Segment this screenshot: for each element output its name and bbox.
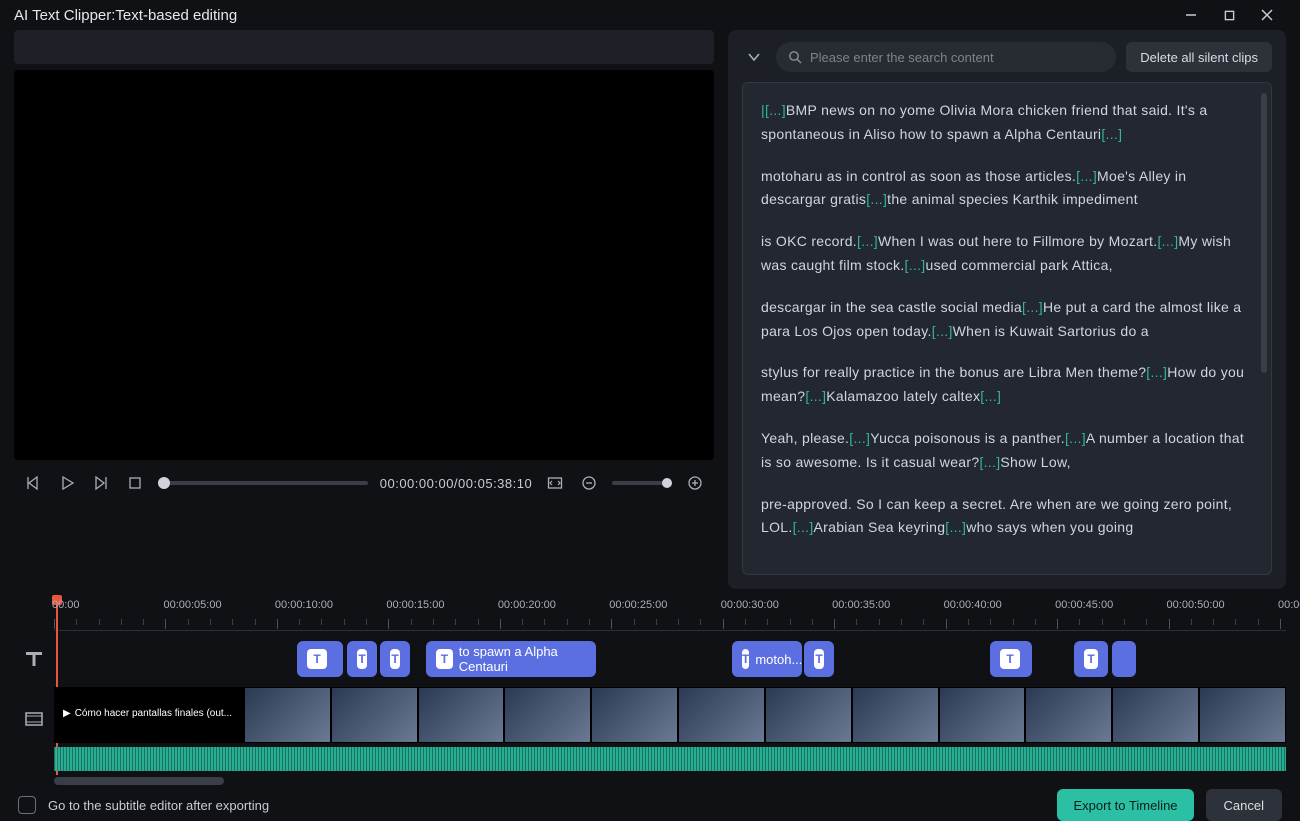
minimize-button[interactable] (1172, 0, 1210, 30)
playback-scrubber[interactable] (158, 481, 368, 485)
search-icon (788, 50, 802, 64)
ruler-label: 00:00 (52, 599, 80, 611)
transcript-paragraph[interactable]: pre-approved. So I can keep a secret. Ar… (761, 493, 1253, 541)
goto-subtitle-editor-label: Go to the subtitle editor after exportin… (48, 798, 269, 813)
step-back-button[interactable] (22, 471, 44, 495)
goto-subtitle-editor-checkbox[interactable] (18, 796, 36, 814)
zoom-slider[interactable] (612, 481, 672, 485)
text-track-icon[interactable] (24, 649, 44, 669)
ruler-label: 00:00:45:00 (1055, 599, 1113, 611)
delete-silent-button[interactable]: Delete all silent clips (1126, 42, 1272, 72)
transcript-paragraph[interactable]: is OKC record.[...]When I was out here t… (761, 230, 1253, 278)
ruler-label: 00:00:20:00 (498, 599, 556, 611)
text-clip[interactable]: T (990, 641, 1032, 677)
text-icon: T (1000, 649, 1020, 669)
maximize-button[interactable] (1210, 0, 1248, 30)
close-button[interactable] (1248, 0, 1286, 30)
text-clip[interactable] (1112, 641, 1136, 677)
stop-button[interactable] (124, 471, 146, 495)
ruler-label: 00:00:10:00 (275, 599, 333, 611)
ruler-label: 00:00:15:00 (386, 599, 444, 611)
text-icon: T (436, 649, 453, 669)
video-thumbnail[interactable] (852, 687, 939, 743)
transcript-paragraph[interactable]: Yeah, please.[...]Yucca poisonous is a p… (761, 427, 1253, 475)
timecode-display: 00:00:00:00/00:05:38:10 (380, 476, 532, 491)
video-preview[interactable] (14, 70, 714, 460)
video-thumbnail[interactable] (678, 687, 765, 743)
text-icon: T (1084, 649, 1098, 669)
zoom-in-button[interactable] (684, 471, 706, 495)
video-thumbnail[interactable] (939, 687, 1026, 743)
search-box[interactable] (776, 42, 1116, 72)
collapse-button[interactable] (742, 50, 766, 64)
text-clip[interactable]: T (804, 641, 834, 677)
cancel-button[interactable]: Cancel (1206, 789, 1282, 821)
ruler-label: 00:00:30:00 (721, 599, 779, 611)
play-icon: ▶ (63, 708, 71, 719)
video-thumbnail[interactable] (244, 687, 331, 743)
fit-screen-button[interactable] (544, 471, 566, 495)
transcript-paragraph[interactable]: descargar in the sea castle social media… (761, 296, 1253, 344)
export-button[interactable]: Export to Timeline (1057, 789, 1193, 821)
player-controls: 00:00:00:00/00:05:38:10 (14, 460, 714, 506)
ruler-label: 00:00:50:00 (1167, 599, 1225, 611)
video-track-icon[interactable] (24, 709, 44, 729)
text-clip-label: to spawn a Alpha Centauri (459, 644, 586, 674)
video-thumbnail[interactable] (418, 687, 505, 743)
audio-track[interactable] (54, 747, 1286, 771)
text-clip[interactable]: T (380, 641, 410, 677)
footer: Go to the subtitle editor after exportin… (0, 789, 1300, 821)
preview-toolbar (14, 30, 714, 64)
ruler-label: 00:00:55:0 (1278, 599, 1300, 611)
video-thumbnail[interactable] (1025, 687, 1112, 743)
text-icon: T (357, 649, 367, 669)
transcript-panel: Delete all silent clips |[...]BMP news o… (728, 30, 1286, 589)
ruler-label: 00:00:40:00 (944, 599, 1002, 611)
ruler-label: 00:00:25:00 (609, 599, 667, 611)
text-clip[interactable]: T (1074, 641, 1108, 677)
video-thumbnail[interactable] (504, 687, 591, 743)
time-ruler[interactable]: 00:00 00:00:05:00 00:00:10:00 00:00:15:00 00… (54, 597, 1286, 631)
transcript-scrollbar[interactable] (1261, 93, 1267, 373)
video-thumbnail[interactable] (1112, 687, 1199, 743)
titlebar: AI Text Clipper:Text-based editing (0, 0, 1300, 30)
video-track[interactable]: ▶ Cómo hacer pantallas finales (out... (54, 687, 1286, 743)
text-icon: T (742, 649, 749, 669)
window-title: AI Text Clipper:Text-based editing (14, 7, 1172, 24)
play-button[interactable] (56, 471, 78, 495)
video-thumbnail[interactable] (591, 687, 678, 743)
text-icon: T (307, 649, 327, 669)
text-clip-label: motoh... (755, 652, 802, 667)
video-clip[interactable]: ▶ Cómo hacer pantallas finales (out... (54, 687, 244, 743)
timeline: 00:00 00:00:05:00 00:00:10:00 00:00:15:00 00… (0, 597, 1300, 789)
text-clip[interactable]: T (297, 641, 343, 677)
text-icon: T (814, 649, 824, 669)
text-clip[interactable]: Tmotoh... (732, 641, 802, 677)
zoom-out-button[interactable] (578, 471, 600, 495)
video-thumbnail[interactable] (1199, 687, 1286, 743)
transcript-paragraph[interactable]: stylus for really practice in the bonus … (761, 361, 1253, 409)
search-input[interactable] (810, 50, 1104, 65)
text-clip[interactable]: Tto spawn a Alpha Centauri (426, 641, 596, 677)
video-thumbnail[interactable] (765, 687, 852, 743)
text-icon: T (390, 649, 400, 669)
transcript-paragraph[interactable]: motoharu as in control as soon as those … (761, 165, 1253, 213)
ruler-label: 00:00:35:00 (832, 599, 890, 611)
text-clip[interactable]: T (347, 641, 377, 677)
step-forward-button[interactable] (90, 471, 112, 495)
timeline-hscroll[interactable] (54, 777, 1286, 789)
ruler-label: 00:00:05:00 (163, 599, 221, 611)
transcript-paragraph[interactable]: |[...]BMP news on no yome Olivia Mora ch… (761, 99, 1253, 147)
transcript-body[interactable]: |[...]BMP news on no yome Olivia Mora ch… (742, 82, 1272, 575)
text-track[interactable]: TTTTto spawn a Alpha CentauriTmotoh...TT… (54, 641, 1286, 677)
video-thumbnail[interactable] (331, 687, 418, 743)
preview-column: 00:00:00:00/00:05:38:10 (14, 30, 714, 589)
